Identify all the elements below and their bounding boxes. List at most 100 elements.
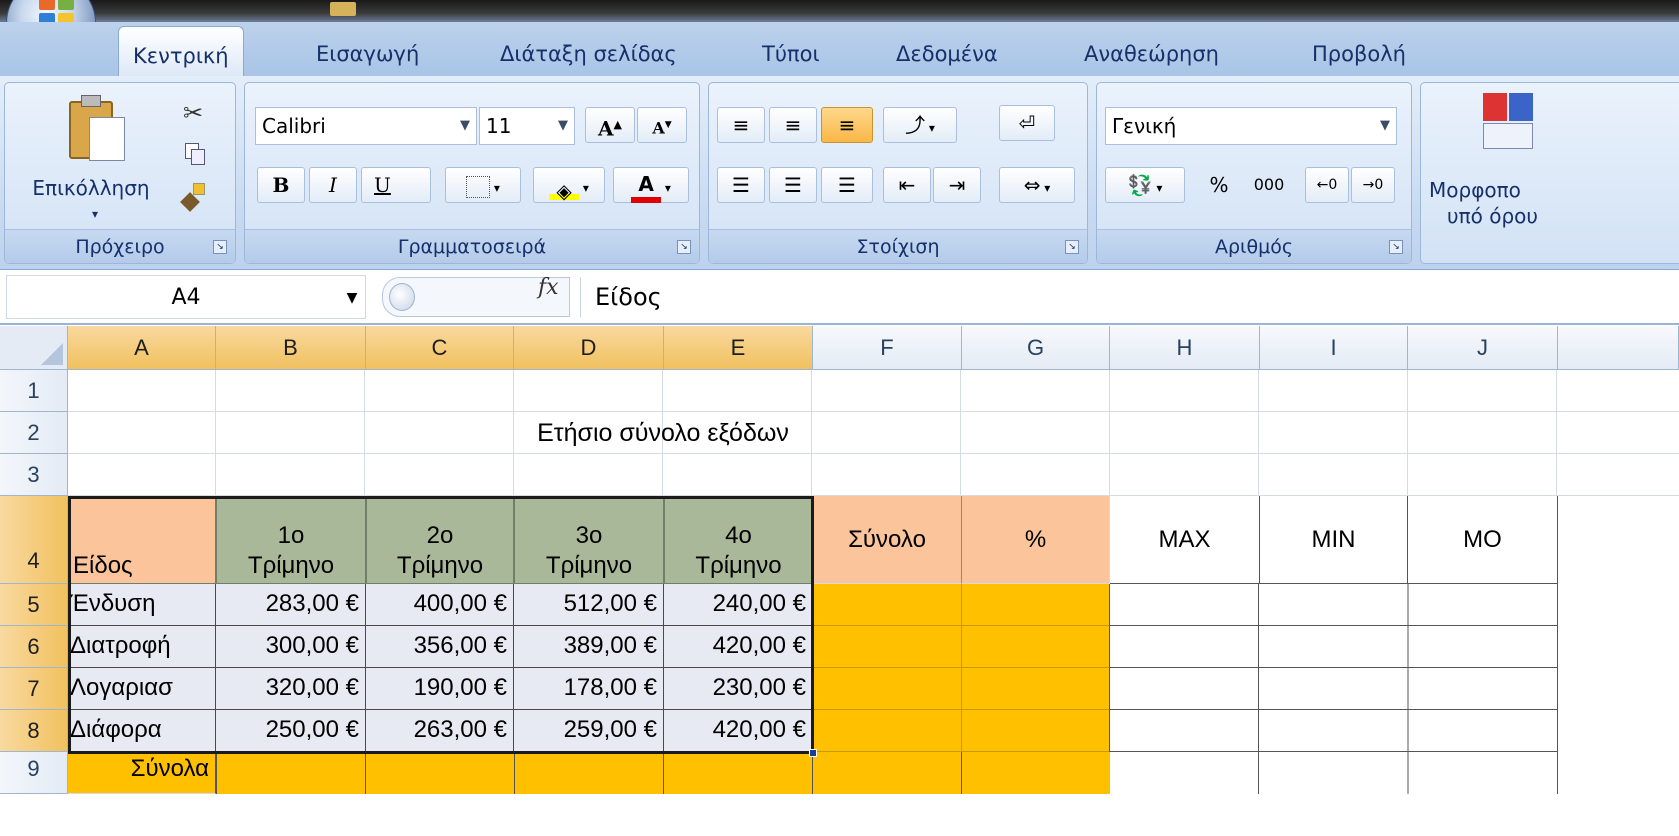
value-cell[interactable]: 283,00 € xyxy=(216,584,366,626)
item-name-cell[interactable]: Λογαριασ xyxy=(68,668,216,710)
totals-label-cell[interactable]: Σύνολα xyxy=(68,752,216,794)
value-cell[interactable]: 250,00 € xyxy=(216,710,366,752)
wrap-text-icon[interactable]: ⏎ xyxy=(999,105,1055,141)
insert-function-icon[interactable]: fx xyxy=(538,275,559,300)
row-header-7[interactable]: 7 xyxy=(0,668,68,710)
row-header-2[interactable]: 2 xyxy=(0,412,68,454)
value-cell[interactable]: 320,00 € xyxy=(216,668,366,710)
header-q3-cell[interactable]: 3ο Τρίμηνο xyxy=(514,496,664,584)
italic-button[interactable]: I xyxy=(309,167,357,203)
value-cell[interactable]: 420,00 € xyxy=(664,626,813,668)
column-header-d[interactable]: D xyxy=(514,326,664,370)
column-header-b[interactable]: B xyxy=(216,326,366,370)
accounting-format-icon[interactable]: 💱 ▾ xyxy=(1105,167,1185,203)
value-cell[interactable]: 400,00 € xyxy=(366,584,514,626)
value-cell[interactable]: 263,00 € xyxy=(366,710,514,752)
align-center-icon[interactable]: ☰ xyxy=(769,167,817,203)
tab-view[interactable]: Προβολή xyxy=(1312,22,1406,76)
row-header-1[interactable]: 1 xyxy=(0,370,68,412)
column-header-c[interactable]: C xyxy=(366,326,514,370)
tab-data[interactable]: Δεδομένα xyxy=(896,22,998,76)
header-q2-cell[interactable]: 2ο Τρίμηνο xyxy=(366,496,514,584)
align-right-icon[interactable]: ☰ xyxy=(821,167,873,203)
totals-row-cells[interactable] xyxy=(216,752,1110,794)
header-max-cell[interactable]: MAX xyxy=(1110,496,1260,584)
font-launcher-icon[interactable]: ↘ xyxy=(677,240,691,254)
orientation-icon[interactable]: ⤴ ▾ xyxy=(883,107,957,143)
tab-review[interactable]: Αναθεώρηση xyxy=(1084,22,1219,76)
column-header-h[interactable]: H xyxy=(1110,326,1260,370)
row-header-8[interactable]: 8 xyxy=(0,710,68,752)
column-header-i[interactable]: I xyxy=(1260,326,1408,370)
tab-home[interactable]: Κεντρική xyxy=(118,26,244,78)
item-name-cell[interactable]: Διάφορα xyxy=(68,710,216,752)
tab-page-layout[interactable]: Διάταξη σελίδας xyxy=(500,22,677,76)
align-bottom-icon[interactable]: ≡ xyxy=(821,107,873,143)
value-cell[interactable]: 230,00 € xyxy=(664,668,813,710)
header-percent-cell[interactable]: % xyxy=(962,496,1110,584)
value-cell[interactable]: 259,00 € xyxy=(514,710,664,752)
header-q1-cell[interactable]: 1ο Τρίμηνο xyxy=(216,496,366,584)
column-header-g[interactable]: G xyxy=(962,326,1110,370)
row-header-6[interactable]: 6 xyxy=(0,626,68,668)
value-cell[interactable]: 178,00 € xyxy=(514,668,664,710)
decrease-indent-icon[interactable]: ⇤ xyxy=(883,167,931,203)
row-header-3[interactable]: 3 xyxy=(0,454,68,496)
align-top-icon[interactable]: ≡ xyxy=(717,107,765,143)
merge-center-icon[interactable]: ⇔ ▾ xyxy=(999,167,1075,203)
format-painter-icon[interactable] xyxy=(180,183,207,212)
value-cell[interactable]: 240,00 € xyxy=(664,584,813,626)
borders-button[interactable]: ▾ xyxy=(445,167,521,203)
conditional-formatting-label[interactable]: Μορφοπο υπό όρου xyxy=(1429,177,1679,229)
value-cell[interactable]: 389,00 € xyxy=(514,626,664,668)
comma-style-button[interactable]: 000 xyxy=(1243,167,1295,203)
item-name-cell[interactable]: Ένδυση xyxy=(68,584,216,626)
total-cells-column[interactable] xyxy=(813,584,962,752)
formula-input[interactable]: Είδος xyxy=(580,277,1674,317)
decrease-decimal-icon[interactable]: →0 xyxy=(1351,167,1395,203)
increase-indent-icon[interactable]: ⇥ xyxy=(933,167,981,203)
font-name-select[interactable]: Calibri ▼ xyxy=(255,107,477,145)
percent-cells-column[interactable] xyxy=(962,584,1110,752)
header-item-cell[interactable]: Είδος xyxy=(68,496,216,584)
increase-decimal-icon[interactable]: ←0 xyxy=(1305,167,1349,203)
name-box[interactable]: A4 ▼ xyxy=(6,275,366,319)
value-cell[interactable]: 512,00 € xyxy=(514,584,664,626)
row-header-9[interactable]: 9 xyxy=(0,752,68,794)
paste-label[interactable]: Επικόλληση xyxy=(5,175,177,201)
stats-cells-area[interactable] xyxy=(1110,584,1558,752)
grow-font-button[interactable]: A▲ xyxy=(585,107,635,143)
number-launcher-icon[interactable]: ↘ xyxy=(1389,240,1403,254)
row-header-5[interactable]: 5 xyxy=(0,584,68,626)
alignment-launcher-icon[interactable]: ↘ xyxy=(1065,240,1079,254)
header-min-cell[interactable]: MIN xyxy=(1260,496,1408,584)
value-cell[interactable]: 190,00 € xyxy=(366,668,514,710)
copy-icon[interactable] xyxy=(185,143,207,165)
percent-style-button[interactable]: % xyxy=(1197,167,1241,203)
font-color-button[interactable]: A ▾ xyxy=(613,167,689,203)
totals-stats-cells[interactable] xyxy=(1110,752,1558,794)
clipboard-launcher-icon[interactable]: ↘ xyxy=(213,240,227,254)
column-header-j[interactable]: J xyxy=(1408,326,1558,370)
sheet-title[interactable]: Ετήσιο σύνολο εξόδων xyxy=(216,412,1110,454)
paste-dropdown-icon[interactable]: ▾ xyxy=(85,201,105,227)
select-all-button[interactable] xyxy=(0,326,68,370)
number-format-select[interactable]: Γενική ▼ xyxy=(1105,107,1397,145)
header-total-cell[interactable]: Σύνολο xyxy=(813,496,962,584)
column-header-k[interactable] xyxy=(1558,326,1679,370)
header-q4-cell[interactable]: 4ο Τρίμηνο xyxy=(664,496,813,584)
align-middle-icon[interactable]: ≡ xyxy=(769,107,817,143)
item-name-cell[interactable]: Διατροφή xyxy=(68,626,216,668)
value-cell[interactable]: 300,00 € xyxy=(216,626,366,668)
fill-color-button[interactable]: ◈ ▾ xyxy=(533,167,605,203)
tab-formulas[interactable]: Τύποι xyxy=(762,22,820,76)
column-header-f[interactable]: F xyxy=(813,326,962,370)
align-left-icon[interactable]: ☰ xyxy=(717,167,765,203)
paste-icon[interactable] xyxy=(69,95,129,163)
fill-handle[interactable] xyxy=(809,749,817,757)
row-header-4[interactable]: 4 xyxy=(0,496,68,584)
shrink-font-button[interactable]: A▼ xyxy=(637,107,687,143)
header-mo-cell[interactable]: MO xyxy=(1408,496,1558,584)
underline-button[interactable]: U xyxy=(361,167,431,203)
value-cell[interactable]: 420,00 € xyxy=(664,710,813,752)
